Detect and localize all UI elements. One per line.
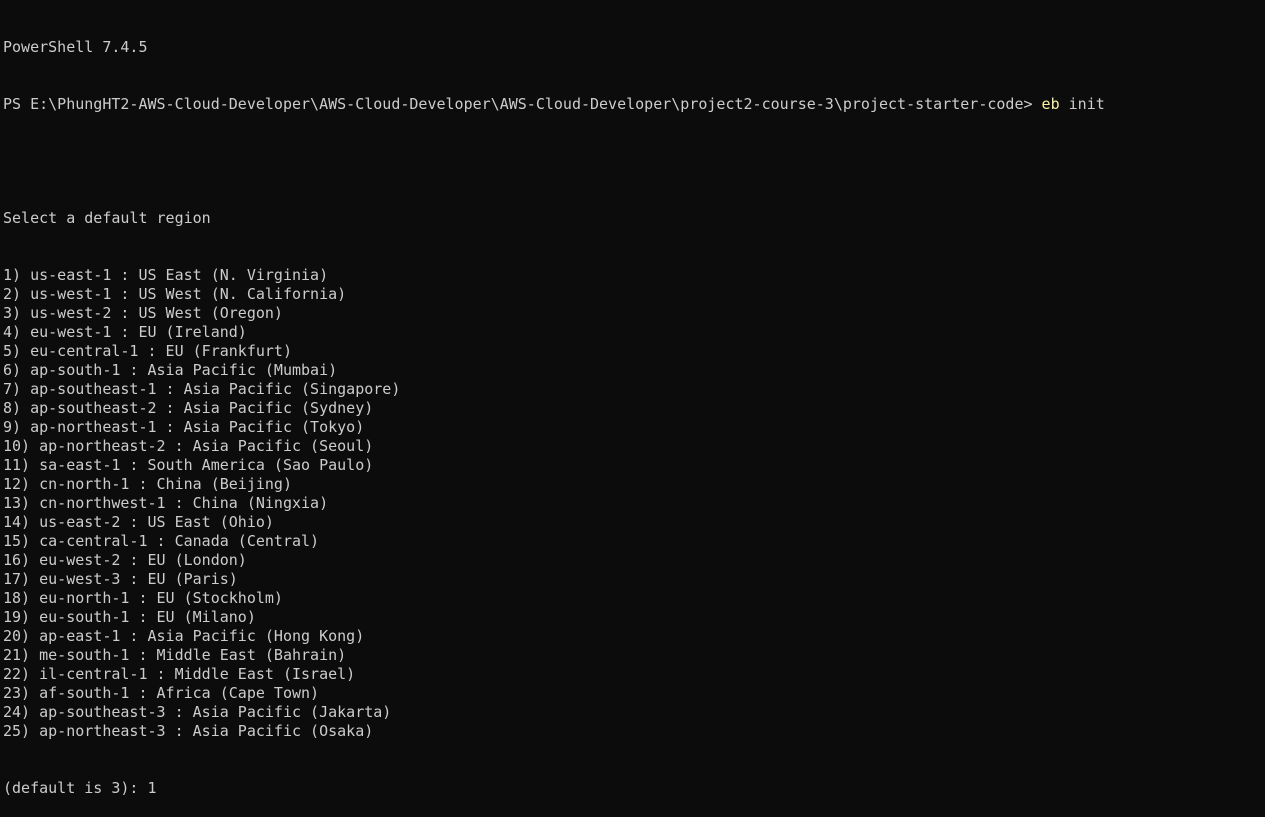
region-option: 20) ap-east-1 : Asia Pacific (Hong Kong): [3, 627, 365, 645]
command-name: eb: [1041, 95, 1060, 113]
region-option: 9) ap-northeast-1 : Asia Pacific (Tokyo): [3, 418, 365, 436]
region-option: 19) eu-south-1 : EU (Milano): [3, 608, 256, 626]
region-option: 18) eu-north-1 : EU (Stockholm): [3, 589, 283, 607]
region-option: 10) ap-northeast-2 : Asia Pacific (Seoul…: [3, 437, 374, 455]
region-option: 25) ap-northeast-3 : Asia Pacific (Osaka…: [3, 722, 374, 740]
region-option: 13) cn-northwest-1 : China (Ningxia): [3, 494, 329, 512]
region-option: 12) cn-north-1 : China (Beijing): [3, 475, 292, 493]
region-option: 22) il-central-1 : Middle East (Israel): [3, 665, 356, 683]
region-option: 21) me-south-1 : Middle East (Bahrain): [3, 646, 347, 664]
region-option: 15) ca-central-1 : Canada (Central): [3, 532, 320, 550]
region-option-list: 1) us-east-1 : US East (N. Virginia) 2) u…: [3, 266, 1265, 741]
input-line[interactable]: (default is 3): 1: [3, 779, 1265, 798]
region-option: 5) eu-central-1 : EU (Frankfurt): [3, 342, 292, 360]
region-option: 3) us-west-2 : US West (Oregon): [3, 304, 283, 322]
region-option: 6) ap-south-1 : Asia Pacific (Mumbai): [3, 361, 338, 379]
region-menu-heading: Select a default region: [3, 209, 211, 227]
region-option: 2) us-west-1 : US West (N. California): [3, 285, 347, 303]
region-option: 16) eu-west-2 : EU (London): [3, 551, 247, 569]
command-args: init: [1059, 95, 1105, 113]
prompt-line: PS E:\PhungHT2-AWS-Cloud-Developer\AWS-C…: [3, 95, 1265, 114]
prompt-path: PS E:\PhungHT2-AWS-Cloud-Developer\AWS-C…: [3, 95, 1042, 113]
region-option: 24) ap-southeast-3 : Asia Pacific (Jakar…: [3, 703, 392, 721]
input-value[interactable]: 1: [148, 779, 157, 797]
input-prompt: (default is 3):: [3, 779, 148, 797]
region-option: 4) eu-west-1 : EU (Ireland): [3, 323, 247, 341]
region-option: 14) us-east-2 : US East (Ohio): [3, 513, 274, 531]
terminal-window[interactable]: PowerShell 7.4.5 PS E:\PhungHT2-AWS-Clou…: [3, 0, 1265, 797]
region-option: 8) ap-southeast-2 : Asia Pacific (Sydney…: [3, 399, 374, 417]
region-option: 17) eu-west-3 : EU (Paris): [3, 570, 238, 588]
region-option: 1) us-east-1 : US East (N. Virginia): [3, 266, 329, 284]
shell-banner: PowerShell 7.4.5: [3, 38, 148, 56]
region-option: 23) af-south-1 : Africa (Cape Town): [3, 684, 320, 702]
region-option: 11) sa-east-1 : South America (Sao Paulo…: [3, 456, 374, 474]
region-option: 7) ap-southeast-1 : Asia Pacific (Singap…: [3, 380, 401, 398]
